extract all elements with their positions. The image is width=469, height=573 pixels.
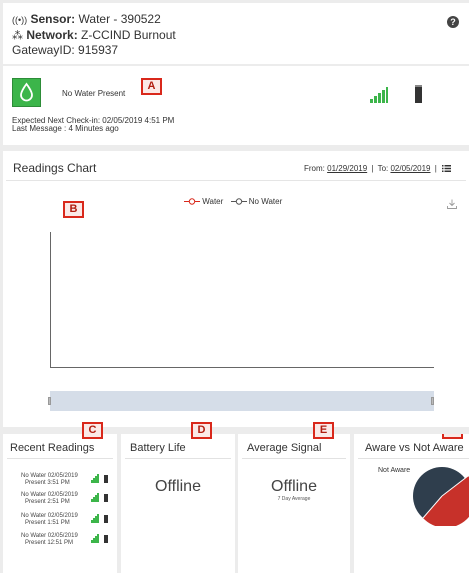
battery-icon: [104, 475, 108, 483]
from-label: From:: [304, 164, 325, 173]
chart-title: Readings Chart: [13, 161, 97, 175]
reading-item[interactable]: No Water 02/05/2019 Present 12:51 PM: [21, 533, 78, 547]
chart-navigator[interactable]: [50, 391, 434, 411]
status-panel: No Water Present A Expected Next Check-i…: [3, 66, 469, 145]
annotation-f: F: [442, 434, 463, 439]
average-signal-value: Offline: [271, 478, 317, 495]
battery-life-card: Battery Life D Offline: [121, 422, 235, 573]
navigator-left-handle[interactable]: [48, 397, 51, 405]
navigator-right-handle[interactable]: [431, 397, 434, 405]
annotation-c: C: [82, 422, 103, 439]
list-menu-icon[interactable]: [442, 165, 452, 173]
battery-icon: [104, 494, 108, 502]
card-divider: [358, 458, 469, 459]
aware-card: Aware vs Not Aware F Not Aware: [354, 434, 469, 573]
annotation-b: B: [63, 201, 84, 218]
annotation-d: D: [191, 422, 212, 439]
network-line: ⁂ Network: Z-CCIND Burnout: [12, 28, 176, 42]
reading-item[interactable]: No Water 02/05/2019 Present 2:51 PM: [21, 492, 78, 506]
sensor-header: ((•)) Sensor: Water - 390522 ⁂ Network: …: [3, 3, 469, 64]
gateway-line: GatewayID: 915937: [12, 43, 118, 57]
recent-readings-card: Recent Readings C No Water 02/05/2019 Pr…: [3, 422, 117, 573]
network-value: Z-CCIND Burnout: [81, 28, 176, 42]
sensor-broadcast-icon: ((•)): [12, 15, 28, 25]
aware-pie-chart: [413, 467, 469, 526]
signal-bars-icon: [370, 87, 388, 103]
card-divider: [242, 458, 346, 459]
gateway-label: GatewayID:: [12, 43, 75, 57]
aware-title: Aware vs Not Aware: [365, 442, 464, 454]
pie-label: Not Aware: [378, 467, 411, 474]
chart-y-axis: [50, 232, 51, 368]
last-message-text: Last Message : 4 Minutes ago: [12, 124, 119, 133]
signal-bars-icon: [91, 493, 101, 502]
reading-item[interactable]: No Water 02/05/2019 Present 1:51 PM: [21, 513, 78, 527]
signal-bars-icon: [91, 514, 101, 523]
download-icon[interactable]: [447, 199, 457, 209]
legend-item-water[interactable]: Water: [184, 197, 223, 206]
battery-life-value: Offline: [155, 478, 201, 495]
card-divider: [125, 458, 231, 459]
chart-legend: Water No Water: [184, 197, 287, 206]
battery-icon: [104, 515, 108, 523]
sensor-line: ((•)) Sensor: Water - 390522: [12, 12, 161, 26]
status-text: No Water Present: [62, 89, 126, 98]
water-drop-icon: [12, 78, 41, 107]
recent-readings-title: Recent Readings: [10, 442, 95, 454]
reading-date: No Water 02/05/2019: [21, 492, 78, 498]
signal-bars-icon: [91, 474, 101, 483]
battery-icon: [415, 85, 422, 103]
annotation-e: E: [313, 422, 334, 439]
reading-item[interactable]: No Water 02/05/2019 Present 3:51 PM: [21, 473, 78, 487]
legend-water-label: Water: [202, 197, 224, 206]
legend-no-water-marker-icon: [230, 198, 247, 206]
legend-water-marker-icon: [184, 198, 200, 206]
readings-chart-panel: Readings Chart From: 01/29/2019 | To: 02…: [3, 151, 469, 427]
help-icon[interactable]: ?: [447, 16, 459, 28]
network-label: Network:: [26, 28, 78, 42]
reading-time: Present 3:51 PM: [25, 480, 70, 486]
reading-time: Present 12:51 PM: [25, 540, 74, 546]
reading-date: No Water 02/05/2019: [21, 473, 78, 479]
to-date-input[interactable]: 02/05/2019: [390, 164, 430, 173]
chart-x-axis: [50, 367, 434, 368]
checkin-info: Expected Next Check-in: 02/05/2019 4:51 …: [12, 117, 174, 133]
reading-date: No Water 02/05/2019: [21, 533, 78, 539]
legend-no-water-label: No Water: [248, 197, 283, 206]
chart-divider: [6, 180, 466, 181]
card-divider: [7, 458, 113, 459]
legend-item-no-water[interactable]: No Water: [230, 197, 283, 206]
to-label: To:: [377, 164, 389, 173]
battery-icon: [104, 535, 108, 543]
reading-time: Present 1:51 PM: [25, 520, 70, 526]
reading-date: No Water 02/05/2019: [21, 513, 78, 519]
reading-time: Present 2:51 PM: [25, 499, 70, 505]
gateway-value: 915937: [78, 43, 119, 57]
network-icon: ⁂: [12, 30, 23, 42]
battery-life-title: Battery Life: [130, 442, 186, 454]
sensor-value: Water - 390522: [78, 12, 161, 26]
average-signal-title: Average Signal: [247, 442, 322, 454]
annotation-a: A: [141, 78, 162, 95]
sensor-label: Sensor:: [30, 12, 76, 26]
signal-bars-icon: [91, 534, 101, 543]
average-signal-card: Average Signal E Offline 7 Day Average: [238, 422, 350, 573]
date-range: From: 01/29/2019 | To: 02/05/2019 |: [304, 164, 452, 173]
from-date-input[interactable]: 01/29/2019: [327, 164, 367, 173]
average-signal-note: 7 Day Average: [277, 496, 311, 502]
